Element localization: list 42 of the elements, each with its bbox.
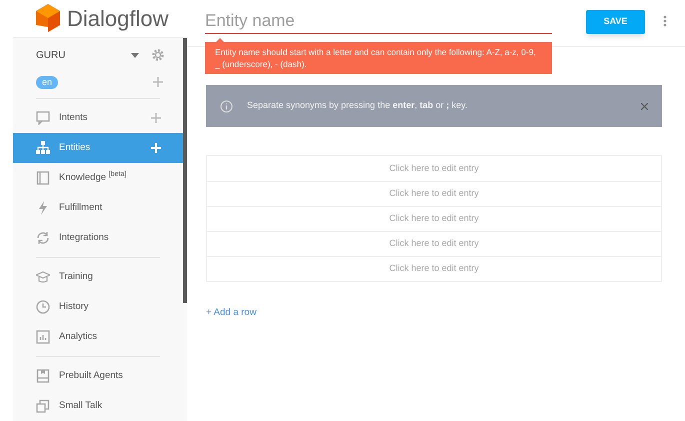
nav-label: Training	[59, 270, 94, 284]
nav-item[interactable]: Prebuilt Agents	[13, 361, 183, 391]
nav-label: Intents	[59, 110, 89, 125]
nav-item[interactable]: Training	[13, 262, 183, 292]
chat-bubble-icon	[36, 111, 50, 125]
agent-name[interactable]: GURU	[36, 48, 131, 62]
hierarchy-icon	[36, 141, 50, 155]
plus-icon[interactable]	[151, 113, 161, 123]
nav-label: Integrations	[59, 230, 110, 245]
nav-label: History	[59, 300, 90, 314]
graduation-cap-icon	[36, 270, 50, 284]
nav-label: Small Talk	[59, 398, 104, 413]
error-message: Entity name should start with a letter and can contain only the following: A-Z, a-z, 0-9, _ (underscore), - (dash).	[215, 46, 537, 70]
close-icon[interactable]	[641, 102, 648, 110]
book-icon	[36, 171, 50, 185]
info-icon	[220, 100, 233, 112]
scrollbar[interactable]	[183, 38, 187, 303]
nav-label: Knowledge $^{[beta]}$	[59, 170, 128, 185]
info-message: Separate synonyms by pressing the enter, tab or ; key.	[247, 99, 468, 112]
nav-label: Fulfillment	[59, 200, 104, 215]
settings-icon[interactable]	[151, 48, 165, 62]
brand-name: Dialogflow	[67, 5, 168, 33]
nav-item[interactable]: Knowledge $^{[beta]}$	[13, 163, 183, 193]
nav-item[interactable]: Analytics	[13, 322, 183, 352]
nav-item[interactable]: Small Talk	[13, 391, 183, 421]
nav-item[interactable]: Fulfillment	[13, 193, 183, 223]
nav-label: Analytics	[59, 330, 98, 344]
nav-item[interactable]: Intents	[13, 103, 183, 133]
logo-icon	[35, 2, 61, 34]
nav-item[interactable]: Integrations	[13, 223, 183, 253]
nav-label: Entities	[59, 140, 92, 155]
bookmark-book-icon	[36, 369, 50, 383]
lightning-icon	[36, 201, 50, 215]
caret-icon[interactable]	[131, 52, 139, 58]
stacked-windows-icon	[36, 399, 50, 413]
nav-label: Prebuilt Agents	[59, 368, 124, 383]
nav-item[interactable]: History	[13, 292, 183, 322]
clock-icon	[36, 300, 50, 314]
plus-icon[interactable]	[153, 77, 163, 87]
more-icon[interactable]	[663, 15, 667, 27]
bar-chart-icon	[36, 330, 50, 344]
cycle-arrows-icon	[36, 231, 50, 245]
